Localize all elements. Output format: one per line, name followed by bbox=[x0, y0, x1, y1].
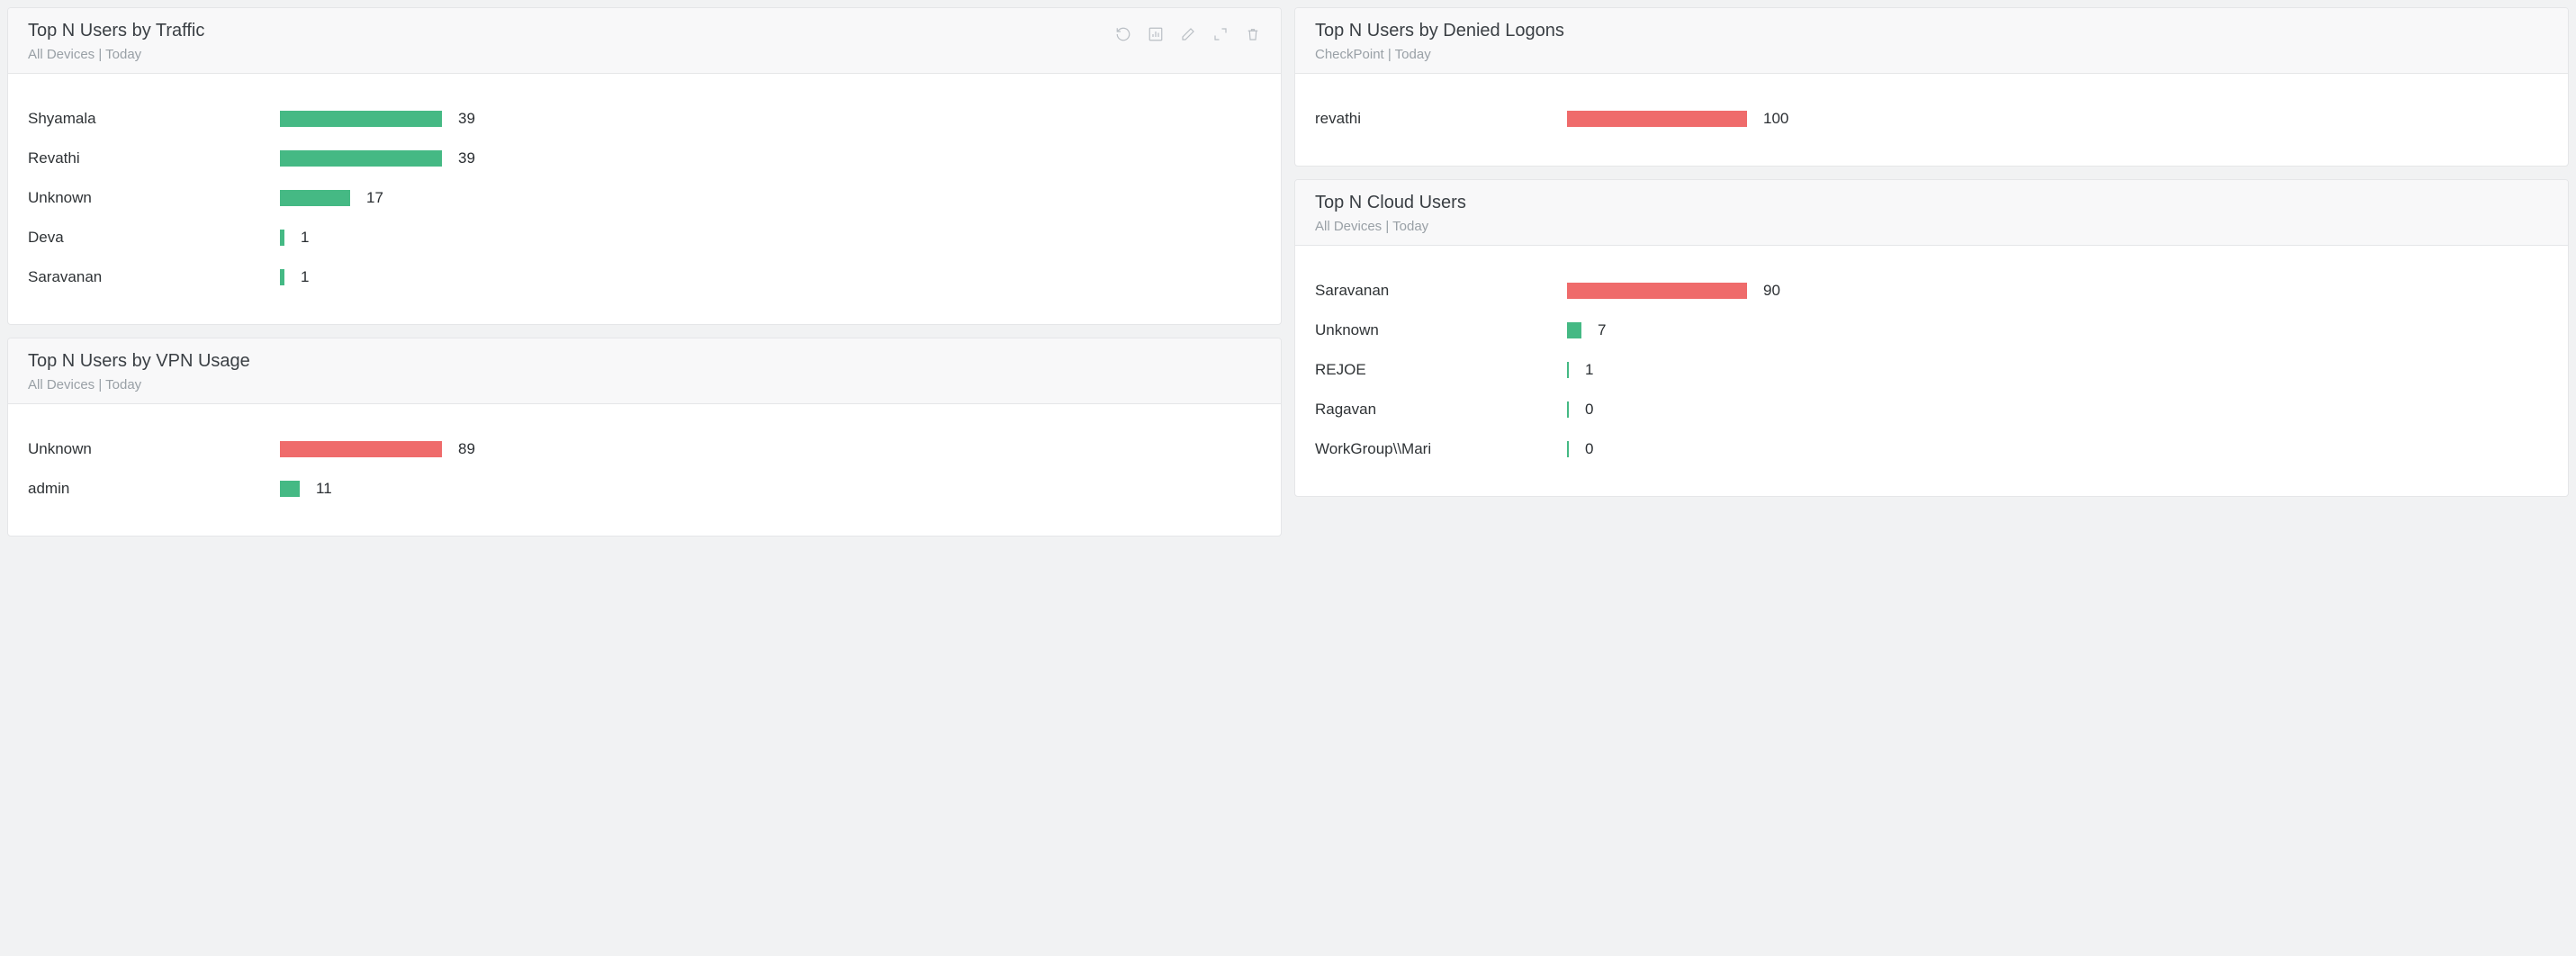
panel-body: Shyamala39Revathi39Unknown17Deva1Saravan… bbox=[8, 74, 1281, 324]
panel-cloud: Top N Cloud Users All Devices | Today Sa… bbox=[1294, 179, 2569, 497]
panel-body: Saravanan90Unknown7REJOE1Ragavan0WorkGro… bbox=[1295, 246, 2568, 496]
bar-row: Unknown 17 bbox=[28, 178, 1261, 218]
bar bbox=[280, 230, 284, 246]
bar-track: 17 bbox=[280, 189, 1261, 207]
bar-row: WorkGroup\\Mari 0 bbox=[1315, 429, 2548, 469]
bar-label: Ragavan bbox=[1315, 401, 1567, 419]
bar bbox=[280, 441, 442, 457]
bar-label: REJOE bbox=[1315, 361, 1567, 379]
panel-titles: Top N Users by Denied Logons CheckPoint … bbox=[1315, 21, 1564, 62]
bar-track: 1 bbox=[280, 268, 1261, 286]
panel-subtitle: All Devices | Today bbox=[28, 377, 250, 392]
bar bbox=[1567, 401, 1569, 418]
panel-title: Top N Users by Traffic bbox=[28, 21, 204, 41]
panel-toolbar bbox=[1115, 21, 1261, 42]
panel-subtitle: All Devices | Today bbox=[1315, 219, 1466, 234]
bar-value: 0 bbox=[1585, 401, 1593, 419]
chart-icon[interactable] bbox=[1148, 26, 1164, 42]
bar-label: Shyamala bbox=[28, 110, 280, 128]
bar-label: Saravanan bbox=[28, 268, 280, 286]
left-column: Top N Users by Traffic All Devices | Tod… bbox=[7, 7, 1282, 537]
bar-track: 0 bbox=[1567, 401, 2548, 419]
bar-value: 1 bbox=[1585, 361, 1593, 379]
bar-value: 17 bbox=[366, 189, 383, 207]
bar bbox=[1567, 441, 1569, 457]
bar-row: REJOE 1 bbox=[1315, 350, 2548, 390]
bar-track: 39 bbox=[280, 149, 1261, 167]
bar-value: 89 bbox=[458, 440, 475, 458]
bar-label: Unknown bbox=[28, 189, 280, 207]
panel-header: Top N Users by Denied Logons CheckPoint … bbox=[1295, 8, 2568, 74]
bar bbox=[280, 111, 442, 127]
panel-denied: Top N Users by Denied Logons CheckPoint … bbox=[1294, 7, 2569, 167]
bar-row: Revathi 39 bbox=[28, 139, 1261, 178]
bar-row: Deva 1 bbox=[28, 218, 1261, 257]
bar bbox=[1567, 322, 1581, 338]
bar bbox=[1567, 111, 1747, 127]
panel-vpn: Top N Users by VPN Usage All Devices | T… bbox=[7, 338, 1282, 537]
panel-title: Top N Users by VPN Usage bbox=[28, 351, 250, 372]
bar-value: 0 bbox=[1585, 440, 1593, 458]
panel-body: revathi 100 bbox=[1295, 74, 2568, 166]
panel-titles: Top N Cloud Users All Devices | Today bbox=[1315, 193, 1466, 234]
panel-header: Top N Users by Traffic All Devices | Tod… bbox=[8, 8, 1281, 74]
bar-track: 90 bbox=[1567, 282, 2548, 300]
refresh-icon[interactable] bbox=[1115, 26, 1131, 42]
bar-label: Revathi bbox=[28, 149, 280, 167]
bar bbox=[280, 190, 350, 206]
bar-value: 11 bbox=[316, 480, 332, 498]
bar bbox=[280, 150, 442, 167]
bar bbox=[280, 269, 284, 285]
delete-icon[interactable] bbox=[1245, 26, 1261, 42]
bar-row: Ragavan 0 bbox=[1315, 390, 2548, 429]
bar-value: 100 bbox=[1763, 110, 1788, 128]
panel-subtitle: All Devices | Today bbox=[28, 47, 204, 62]
bar bbox=[1567, 362, 1569, 378]
bar-value: 39 bbox=[458, 110, 475, 128]
bar-row: revathi 100 bbox=[1315, 99, 2548, 139]
right-column: Top N Users by Denied Logons CheckPoint … bbox=[1294, 7, 2569, 537]
panel-title: Top N Cloud Users bbox=[1315, 193, 1466, 213]
bar-track: 11 bbox=[280, 480, 1261, 498]
bar bbox=[1567, 283, 1747, 299]
expand-icon[interactable] bbox=[1212, 26, 1229, 42]
panel-traffic: Top N Users by Traffic All Devices | Tod… bbox=[7, 7, 1282, 325]
bar-label: admin bbox=[28, 480, 280, 498]
dashboard-grid: Top N Users by Traffic All Devices | Tod… bbox=[7, 7, 2569, 537]
panel-header: Top N Users by VPN Usage All Devices | T… bbox=[8, 338, 1281, 404]
bar-track: 1 bbox=[1567, 361, 2548, 379]
bar-value: 1 bbox=[301, 268, 309, 286]
bar-label: revathi bbox=[1315, 110, 1567, 128]
bar-track: 100 bbox=[1567, 110, 2548, 128]
bar-row: Saravanan 1 bbox=[28, 257, 1261, 297]
bar-value: 39 bbox=[458, 149, 475, 167]
edit-icon[interactable] bbox=[1180, 26, 1196, 42]
bar-label: Saravanan bbox=[1315, 282, 1567, 300]
bar-row: admin 11 bbox=[28, 469, 1261, 509]
bar-track: 0 bbox=[1567, 440, 2548, 458]
panel-titles: Top N Users by VPN Usage All Devices | T… bbox=[28, 351, 250, 392]
bar-row: Shyamala 39 bbox=[28, 99, 1261, 139]
panel-titles: Top N Users by Traffic All Devices | Tod… bbox=[28, 21, 204, 62]
bar bbox=[280, 481, 300, 497]
bar-value: 1 bbox=[301, 229, 309, 247]
bar-label: WorkGroup\\Mari bbox=[1315, 440, 1567, 458]
panel-header: Top N Cloud Users All Devices | Today bbox=[1295, 180, 2568, 246]
bar-value: 90 bbox=[1763, 282, 1780, 300]
bar-track: 89 bbox=[280, 440, 1261, 458]
panel-subtitle: CheckPoint | Today bbox=[1315, 47, 1564, 62]
bar-label: Unknown bbox=[28, 440, 280, 458]
bar-label: Deva bbox=[28, 229, 280, 247]
bar-row: Saravanan 90 bbox=[1315, 271, 2548, 311]
bar-label: Unknown bbox=[1315, 321, 1567, 339]
bar-track: 1 bbox=[280, 229, 1261, 247]
bar-row: Unknown 89 bbox=[28, 429, 1261, 469]
panel-body: Unknown 89 admin 11 bbox=[8, 404, 1281, 536]
bar-track: 39 bbox=[280, 110, 1261, 128]
bar-track: 7 bbox=[1567, 321, 2548, 339]
bar-value: 7 bbox=[1598, 321, 1606, 339]
panel-title: Top N Users by Denied Logons bbox=[1315, 21, 1564, 41]
bar-row: Unknown 7 bbox=[1315, 311, 2548, 350]
